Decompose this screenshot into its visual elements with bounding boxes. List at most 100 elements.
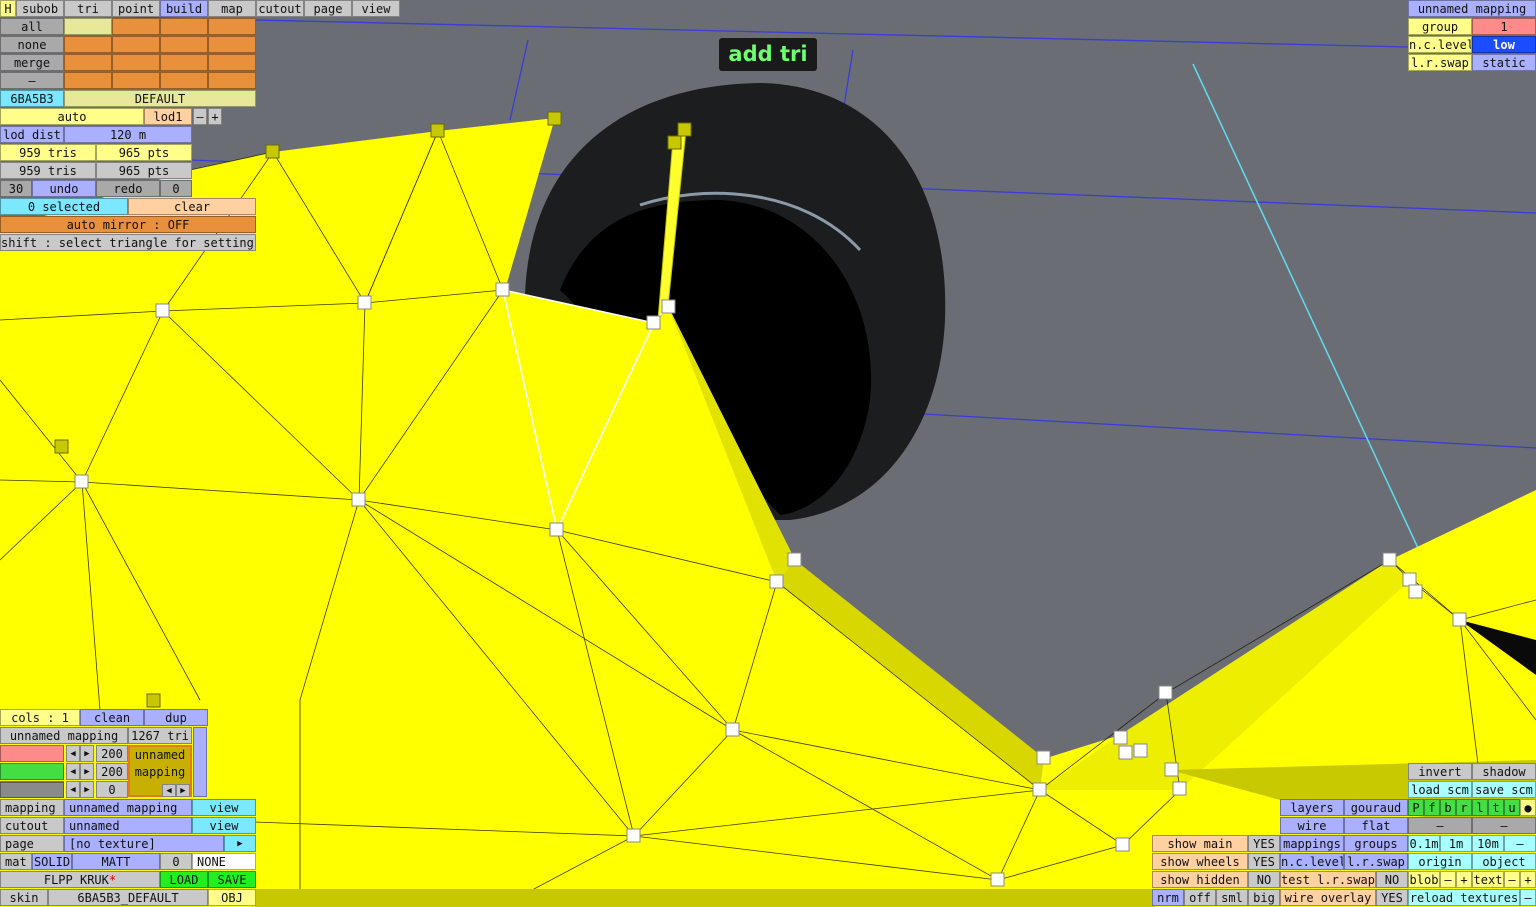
lod-auto-button[interactable]: auto (0, 108, 144, 125)
arrow-right-icon[interactable]: ▶ (80, 763, 94, 780)
color-swatch[interactable] (64, 54, 112, 71)
invert-button[interactable]: invert (1408, 763, 1472, 780)
text-plus-button[interactable]: + (1520, 871, 1536, 888)
arrow-left-icon[interactable]: ◀ (66, 745, 80, 762)
view-mapping-button[interactable]: view (192, 799, 256, 816)
view-f-button[interactable]: f (1424, 799, 1440, 816)
lod-plus-button[interactable]: + (208, 108, 222, 125)
text-button[interactable]: text (1472, 871, 1504, 888)
arrow-left-icon[interactable]: ◀ (66, 763, 80, 780)
color-swatch[interactable] (208, 72, 256, 89)
tab-cutout[interactable]: cutout (256, 0, 304, 17)
mappings-button[interactable]: mappings (1280, 835, 1344, 852)
blob-button[interactable]: blob (1408, 871, 1440, 888)
color-swatch[interactable] (160, 54, 208, 71)
view-u-button[interactable]: u (1504, 799, 1520, 816)
texture-height[interactable]: 200 (96, 763, 128, 780)
tab-map[interactable]: map (208, 0, 256, 17)
reload-minus-button[interactable]: – (1520, 889, 1536, 906)
wire-overlay-button[interactable]: wire overlay (1280, 889, 1376, 906)
test-lr-swap-value[interactable]: NO (1376, 871, 1408, 888)
skin-hex[interactable]: 6BA5B3 (0, 90, 64, 107)
lr-swap-value[interactable]: static (1472, 54, 1536, 71)
arrow-right-icon[interactable]: ▶ (80, 745, 94, 762)
mat-none[interactable]: NONE (192, 853, 256, 870)
matt-button[interactable]: MATT (72, 853, 160, 870)
off-size-button[interactable]: off (1184, 889, 1216, 906)
color-swatch[interactable] (160, 36, 208, 53)
color-swatch[interactable] (208, 54, 256, 71)
color-swatch[interactable] (64, 18, 112, 35)
skin-name[interactable]: DEFAULT (64, 90, 256, 107)
arrow-left-icon[interactable]: ◀ (162, 784, 176, 797)
tab-subob[interactable]: subob (16, 0, 64, 17)
obj-button[interactable]: OBJ (208, 889, 256, 906)
scale-10m-button[interactable]: 10m (1472, 835, 1504, 852)
view-b-button[interactable]: b (1440, 799, 1456, 816)
color-swatch[interactable] (160, 18, 208, 35)
scale-1m-button[interactable]: 1m (1440, 835, 1472, 852)
view-cutout-button[interactable]: view (192, 817, 256, 834)
view-l-button[interactable]: l (1472, 799, 1488, 816)
dup-button[interactable]: dup (144, 709, 208, 726)
green-slider[interactable] (0, 763, 64, 780)
clean-button[interactable]: clean (80, 709, 144, 726)
tab-build[interactable]: build (160, 0, 208, 17)
dash-button[interactable]: – (1472, 817, 1536, 834)
merge-button[interactable]: merge (0, 54, 64, 71)
color-swatch[interactable] (112, 72, 160, 89)
blob-plus-button[interactable]: + (1456, 871, 1472, 888)
dash-button[interactable]: – (1408, 817, 1472, 834)
redo-button[interactable]: redo (96, 180, 160, 197)
lod-minus-button[interactable]: – (193, 108, 207, 125)
tab-point[interactable]: point (112, 0, 160, 17)
gouraud-button[interactable]: gouraud (1344, 799, 1408, 816)
mapping-select[interactable]: unnamed mapping (64, 799, 192, 816)
solid-button[interactable]: SOLID (32, 853, 72, 870)
cutout-select[interactable]: unnamed (64, 817, 192, 834)
mat-number[interactable]: 0 (160, 853, 192, 870)
color-swatch[interactable] (112, 18, 160, 35)
layers-button[interactable]: layers (1280, 799, 1344, 816)
show-main-value[interactable]: YES (1248, 835, 1280, 852)
alpha-slider[interactable] (0, 782, 64, 798)
load-button[interactable]: LOAD (160, 871, 208, 888)
view-p-button[interactable]: P (1408, 799, 1424, 816)
view-t-button[interactable]: t (1488, 799, 1504, 816)
scroll-track[interactable] (193, 727, 207, 797)
red-slider[interactable] (0, 745, 64, 762)
texture-width[interactable]: 200 (96, 745, 128, 762)
normal-size-button[interactable]: nrm (1152, 889, 1184, 906)
load-scm-button[interactable]: load scm (1408, 781, 1472, 798)
blob-minus-button[interactable]: – (1440, 871, 1456, 888)
nc-level-button[interactable]: n.c.level (1280, 853, 1344, 870)
small-size-button[interactable]: sml (1216, 889, 1248, 906)
show-wheels-value[interactable]: YES (1248, 853, 1280, 870)
page-next-icon[interactable]: ▶ (224, 835, 256, 852)
test-lr-swap-button[interactable]: test l.r.swap (1280, 871, 1376, 888)
save-scm-button[interactable]: save scm (1472, 781, 1536, 798)
dot-icon[interactable]: ● (1520, 799, 1536, 816)
text-minus-button[interactable]: – (1504, 871, 1520, 888)
save-button[interactable]: SAVE (208, 871, 256, 888)
color-swatch[interactable] (208, 36, 256, 53)
page-select[interactable]: [no texture] (64, 835, 224, 852)
mapping-title[interactable]: unnamed mapping (1408, 0, 1536, 17)
arrow-right-icon[interactable]: ▶ (176, 784, 190, 797)
tab-tri[interactable]: tri (64, 0, 112, 17)
color-swatch[interactable] (160, 72, 208, 89)
shadow-button[interactable]: shadow (1472, 763, 1536, 780)
view-r-button[interactable]: r (1456, 799, 1472, 816)
big-size-button[interactable]: big (1248, 889, 1280, 906)
flat-button[interactable]: flat (1344, 817, 1408, 834)
wire-button[interactable]: wire (1280, 817, 1344, 834)
scale-minus-button[interactable]: – (1504, 835, 1536, 852)
color-swatch[interactable] (64, 72, 112, 89)
color-swatch[interactable] (112, 54, 160, 71)
lr-swap-button[interactable]: l.r.swap (1344, 853, 1408, 870)
undo-button[interactable]: undo (32, 180, 96, 197)
reload-textures-button[interactable]: reload textures (1408, 889, 1520, 906)
file-name[interactable]: FLPP KRUK* (0, 871, 160, 888)
nc-level-value[interactable]: low (1472, 36, 1536, 53)
dash-button[interactable]: – (0, 72, 64, 89)
